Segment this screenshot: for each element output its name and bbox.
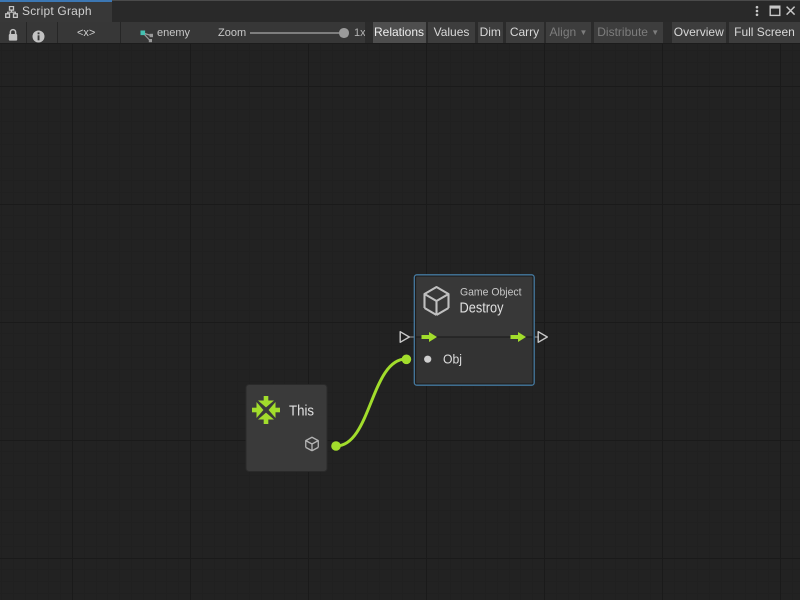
- svg-text:Destroy: Destroy: [460, 300, 504, 317]
- svg-text:Obj: Obj: [443, 353, 462, 367]
- svg-text:This: This: [289, 403, 314, 420]
- svg-text:Game Object: Game Object: [460, 287, 522, 299]
